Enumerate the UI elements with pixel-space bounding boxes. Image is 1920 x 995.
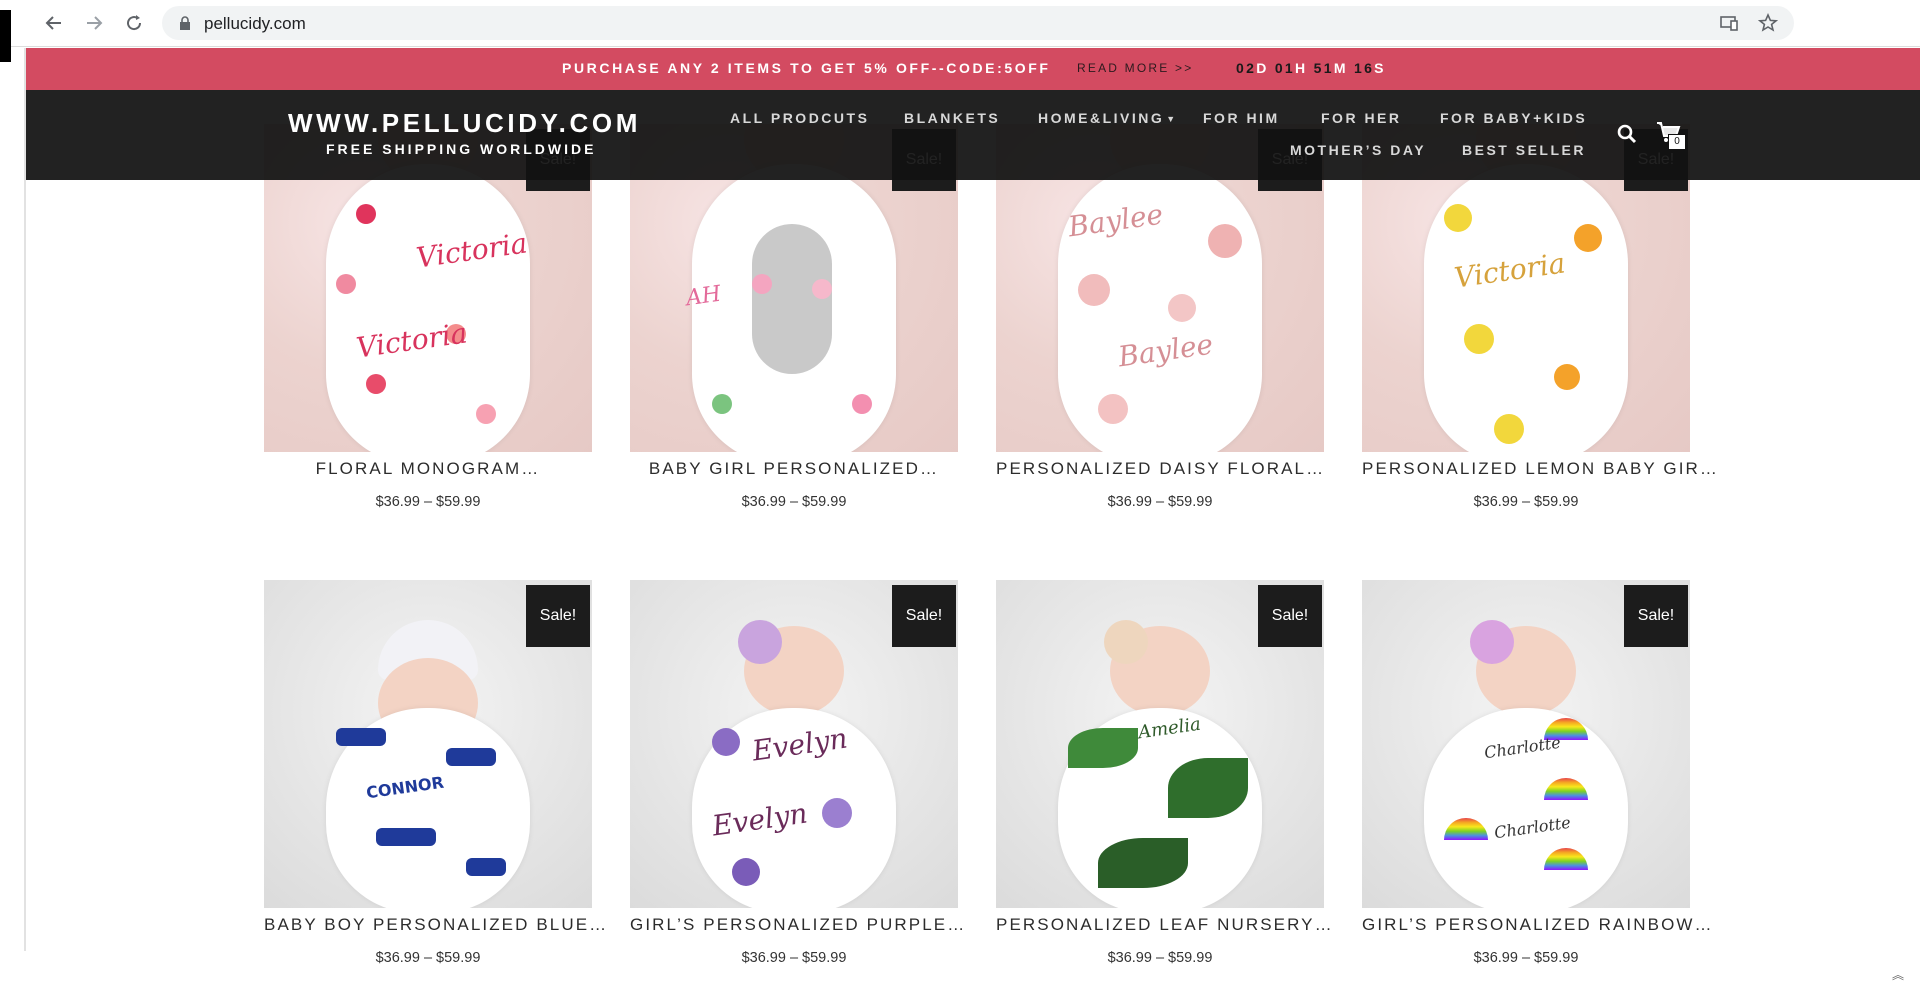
page-content: PURCHASE ANY 2 ITEMS TO GET 5% OFF--CODE… [26, 48, 1920, 966]
nav-all-products[interactable]: ALL PRODCUTS [730, 110, 869, 126]
search-icon[interactable] [1617, 124, 1637, 144]
nav-home-living[interactable]: HOME&LIVING ▼ [1038, 110, 1178, 126]
swaddle-illustration: Amelia [1058, 708, 1262, 908]
nav-for-him[interactable]: FOR HIM [1203, 110, 1280, 126]
product-title[interactable]: GIRL’S PERSONALIZED RAINBOW… [1362, 915, 1712, 935]
product-price: $36.99 – $59.99 [1107, 494, 1213, 510]
back-arrow-icon[interactable] [40, 10, 68, 36]
product-card[interactable]: Charlotte Charlotte Sale! GIRL’S PERSONA… [1362, 580, 1712, 966]
nav-for-her[interactable]: FOR HER [1321, 110, 1402, 126]
star-icon[interactable] [1757, 12, 1779, 34]
countdown-timer: 02D 01H 51M 16S [1236, 60, 1386, 76]
swaddle-illustration: Evelyn Evelyn [692, 708, 896, 908]
lock-icon [180, 16, 190, 30]
site-header: WWW.PELLUCIDY.COM FREE SHIPPING WORLDWID… [26, 90, 1920, 180]
promo-text: PURCHASE ANY 2 ITEMS TO GET 5% OFF--CODE… [562, 60, 1051, 76]
product-card[interactable]: Evelyn Evelyn Sale! GIRL’S PERSONALIZED … [630, 580, 964, 966]
bunny-illustration [752, 224, 832, 374]
site-logo-title[interactable]: WWW.PELLUCIDY.COM [288, 108, 641, 139]
url-text[interactable]: pellucidy.com [204, 14, 306, 34]
cart-count-badge[interactable]: 0 [1668, 134, 1686, 150]
product-image[interactable]: CONNOR Sale! [264, 580, 592, 908]
product-title[interactable]: PERSONALIZED LEMON BABY GIR… [1362, 459, 1717, 479]
swaddle-illustration: CONNOR [326, 708, 530, 908]
product-title[interactable]: PERSONALIZED DAISY FLORAL… [996, 459, 1324, 479]
product-card[interactable]: CONNOR Sale! BABY BOY PERSONALIZED BLUE…… [264, 580, 606, 966]
window-edge-marker [0, 10, 11, 62]
nav-best-seller[interactable]: BEST SELLER [1462, 142, 1586, 158]
sale-badge: Sale! [892, 585, 956, 647]
sale-badge: Sale! [1624, 585, 1688, 647]
forward-arrow-icon[interactable] [80, 10, 108, 36]
product-card[interactable]: Amelia Sale! PERSONALIZED LEAF NURSERY… … [996, 580, 1332, 966]
product-price: $36.99 – $59.99 [1473, 950, 1579, 966]
sale-badge: Sale! [526, 585, 590, 647]
cast-icon[interactable] [1718, 12, 1740, 34]
product-title[interactable]: BABY BOY PERSONALIZED BLUE… [264, 915, 606, 935]
product-title[interactable]: GIRL’S PERSONALIZED PURPLE… [630, 915, 964, 935]
nav-for-baby-kids[interactable]: FOR BABY+KIDS [1440, 110, 1587, 126]
swaddle-illustration: Victoria Victoria [326, 164, 530, 452]
swaddle-illustration: Baylee Baylee [1058, 164, 1262, 452]
product-price: $36.99 – $59.99 [1473, 494, 1579, 510]
product-price: $36.99 – $59.99 [741, 950, 847, 966]
product-price: $36.99 – $59.99 [1107, 950, 1213, 966]
product-image[interactable]: Charlotte Charlotte Sale! [1362, 580, 1690, 908]
browser-toolbar: pellucidy.com [0, 0, 1920, 47]
product-title[interactable]: BABY GIRL PERSONALIZED… [630, 459, 958, 479]
flower-headband-illustration [1470, 620, 1514, 664]
promo-bar: PURCHASE ANY 2 ITEMS TO GET 5% OFF--CODE… [26, 48, 1920, 90]
product-title[interactable]: FLORAL MONOGRAM… [264, 459, 592, 479]
swaddle-illustration: Charlotte Charlotte [1424, 708, 1628, 908]
product-image[interactable]: Amelia Sale! [996, 580, 1324, 908]
swaddle-illustration: Victoria [1424, 164, 1628, 452]
product-price: $36.99 – $59.99 [375, 950, 481, 966]
product-title[interactable]: PERSONALIZED LEAF NURSERY… [996, 915, 1332, 935]
product-image[interactable]: Evelyn Evelyn Sale! [630, 580, 958, 908]
nav-mothers-day[interactable]: MOTHER’S DAY [1290, 142, 1426, 158]
nav-blankets[interactable]: BLANKETS [904, 110, 1000, 126]
flower-headband-illustration [1104, 620, 1148, 664]
sale-badge: Sale! [1258, 585, 1322, 647]
read-more-link[interactable]: READ MORE >> [1077, 61, 1193, 75]
product-price: $36.99 – $59.99 [741, 494, 847, 510]
chevron-down-icon: ▼ [1166, 114, 1178, 125]
product-price: $36.99 – $59.99 [375, 494, 481, 510]
reload-icon[interactable] [120, 10, 148, 36]
scroll-up-icon[interactable]: ︽ [1892, 966, 1904, 983]
address-bar[interactable]: pellucidy.com [162, 6, 1794, 40]
swaddle-illustration: AH [684, 164, 896, 452]
site-logo-subtitle: FREE SHIPPING WORLDWIDE [326, 141, 597, 157]
flower-headband-illustration [738, 620, 782, 664]
